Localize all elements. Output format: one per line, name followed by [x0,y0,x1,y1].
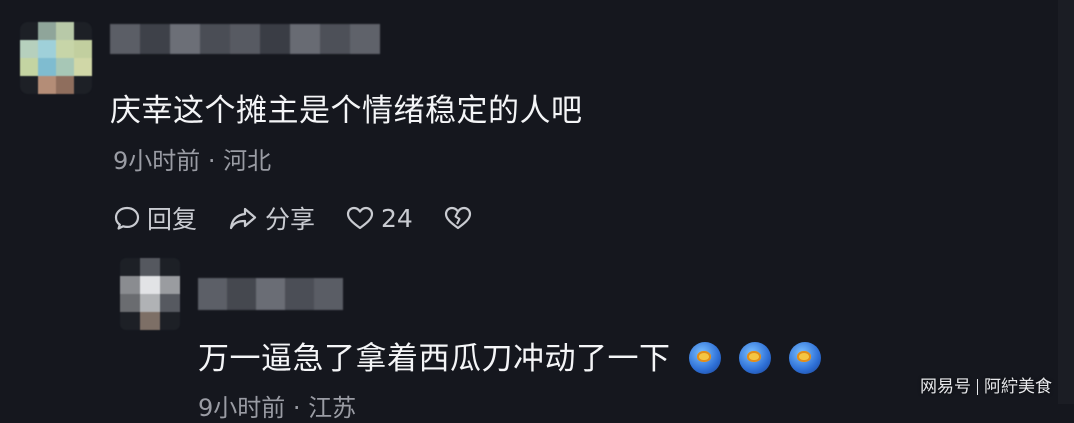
like-button[interactable]: 24 [345,204,413,233]
watermark-brand: 网易号 [920,377,971,397]
reply-button[interactable]: 回复 [113,200,197,236]
emoji-icon [788,341,821,374]
emoji-icon [688,341,721,374]
reply-avatar[interactable] [120,258,180,330]
share-label: 分享 [265,205,316,234]
broken-heart-icon [444,206,471,230]
username-redacted[interactable] [110,24,380,54]
watermark: 网易号 阿紵美食 [920,372,1052,397]
share-icon [229,207,257,230]
avatar[interactable] [20,22,92,94]
comment-icon [114,206,140,230]
heart-icon [346,206,374,230]
reply-username-redacted[interactable] [198,278,343,310]
reply-meta: 9小时前 · 江苏 [198,394,357,422]
watermark-divider [977,379,978,395]
watermark-author: 阿紵美食 [984,377,1052,397]
comment-actions: 回复 分享 24 [113,200,509,236]
reply-text: 万一逼急了拿着西瓜刀冲动了一下 [198,341,671,377]
reply-text-row: 万一逼急了拿着西瓜刀冲动了一下 [198,333,821,378]
comment-meta: 9小时前 · 河北 [113,147,272,175]
comment-text: 庆幸这个摊主是个情绪稳定的人吧 [110,93,583,129]
like-count: 24 [381,203,413,233]
dislike-button[interactable] [443,204,479,232]
emoji-icon [738,341,771,374]
share-button[interactable]: 分享 [227,200,315,236]
reply-label: 回复 [147,205,198,234]
scrollbar[interactable] [1058,0,1074,404]
